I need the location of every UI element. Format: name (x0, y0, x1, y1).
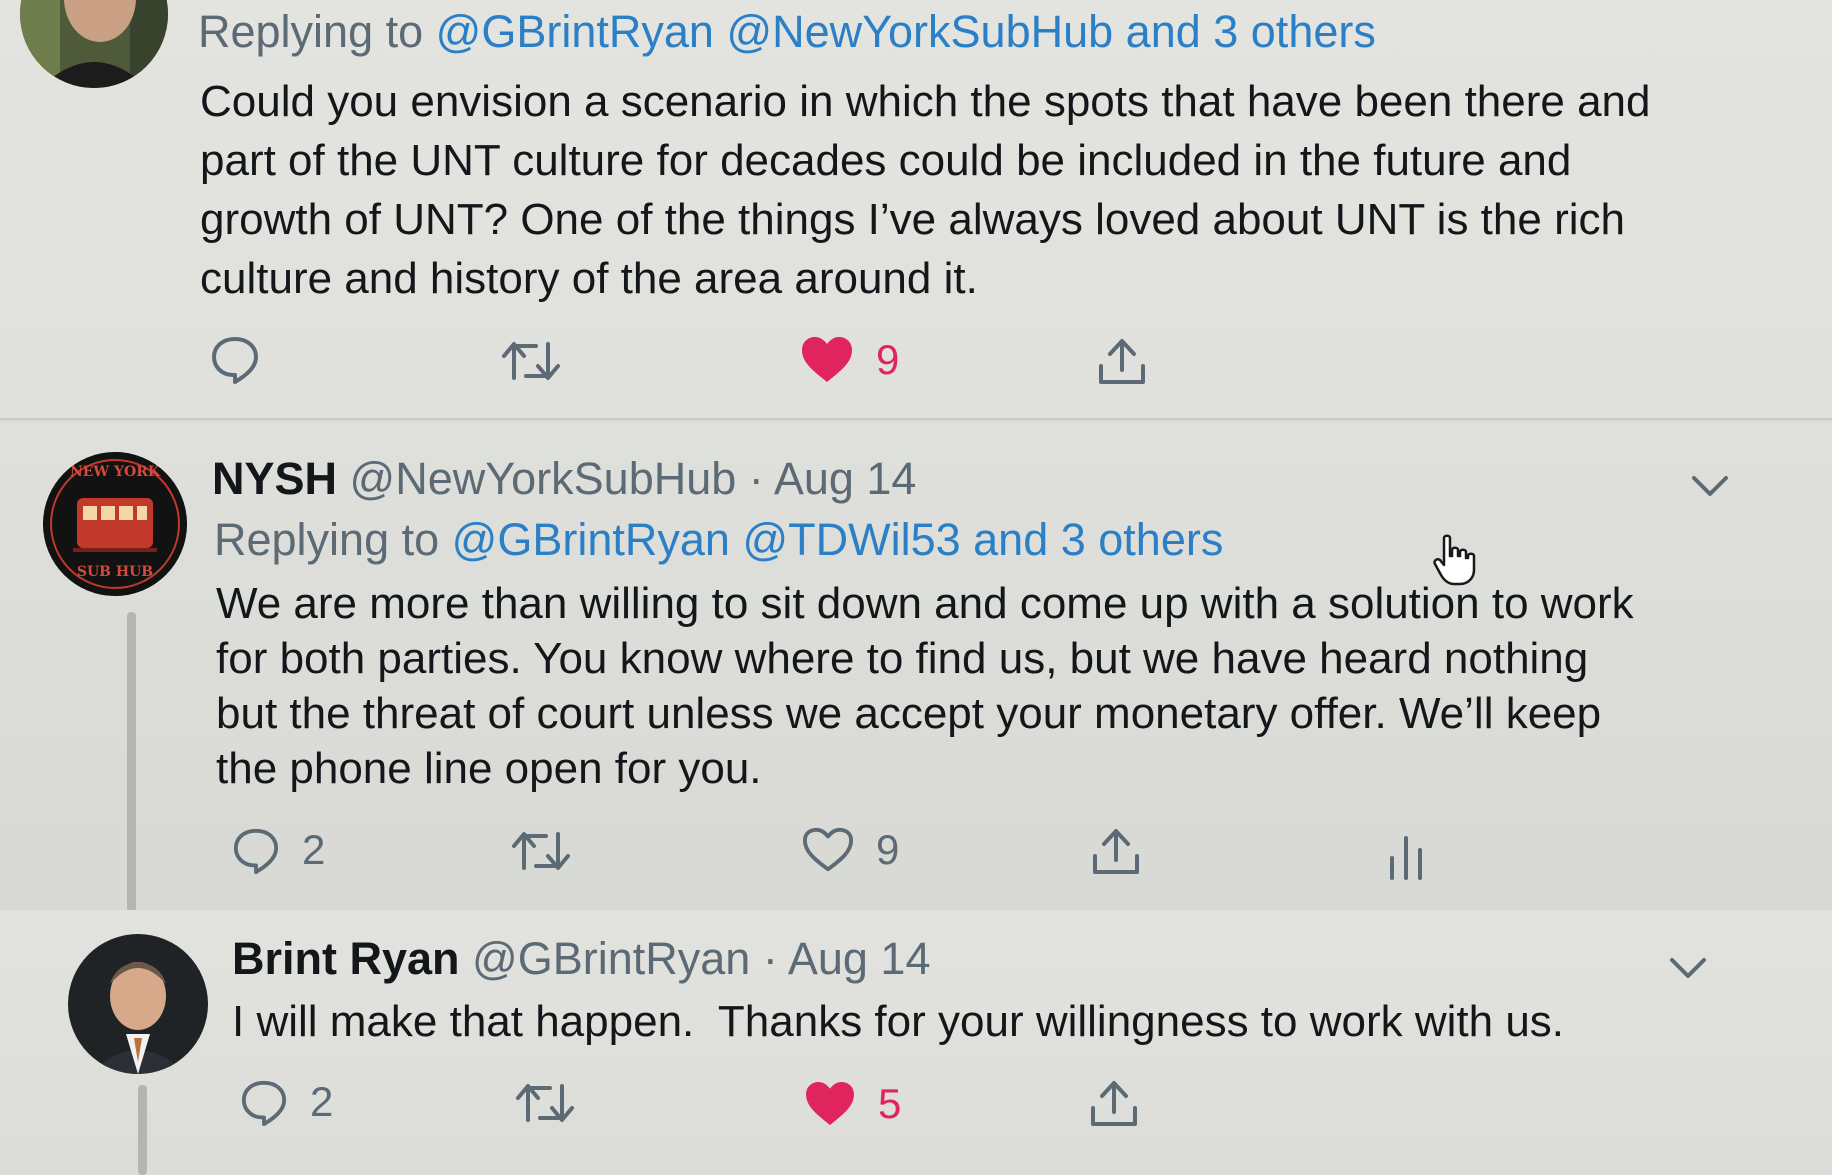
share-button[interactable] (1088, 1078, 1140, 1130)
chevron-down-icon[interactable] (1690, 474, 1730, 500)
hand-pointer-cursor-icon (1433, 534, 1476, 586)
heart-filled-icon (806, 1081, 854, 1126)
thread-line (127, 612, 136, 912)
replying-to: Replying to @GBrintRyan @TDWil53 and 3 o… (214, 513, 1223, 567)
reply-button[interactable]: 2 (232, 826, 325, 874)
like-button[interactable]: 9 (802, 826, 899, 874)
tweet-text: Could you envision a scenario in which t… (200, 77, 1651, 303)
heart-outline-icon (802, 827, 854, 872)
share-upload-icon (1091, 1081, 1137, 1126)
like-count: 9 (876, 826, 900, 873)
avatar-photo (68, 934, 208, 1074)
comment-bubble-icon (241, 1080, 287, 1126)
display-name[interactable]: Brint Ryan (232, 933, 460, 984)
mention-tdwil53[interactable]: @TDWil53 (742, 514, 960, 565)
analytics-bars-icon (1390, 836, 1422, 880)
avatar-text-top: NEW YORK (69, 464, 161, 480)
retweet-button[interactable] (500, 338, 562, 384)
avatar-photo (20, 0, 168, 88)
retweet-icon (512, 832, 570, 870)
share-upload-icon (1099, 339, 1145, 384)
tweet-header: Brint Ryan @GBrintRyan · Aug 14 (232, 932, 930, 986)
avatar-user-1[interactable] (20, 0, 168, 88)
replying-label: Replying to (214, 514, 440, 565)
share-upload-icon (1093, 829, 1139, 874)
thread-line (138, 1085, 147, 1175)
avatar-brint-ryan[interactable] (68, 934, 208, 1074)
reply-button[interactable]: 2 (240, 1078, 333, 1126)
user-handle[interactable]: @GBrintRyan (472, 933, 750, 984)
tweet-1[interactable]: Replying to @GBrintRyan @NewYorkSubHub a… (0, 0, 1832, 420)
analytics-button[interactable] (1386, 832, 1426, 880)
avatar-text-bottom: SUB HUB (76, 564, 154, 580)
tweet-2[interactable]: NEW YORK SUB HUB NYSH @NewYorkSubHub · A… (0, 422, 1832, 912)
separator-dot: · (762, 933, 778, 984)
comment-bubble-icon (233, 828, 279, 874)
like-count: 9 (876, 336, 900, 383)
tweet-text: We are more than willing to sit down and… (216, 579, 1634, 793)
avatar-nysh[interactable]: NEW YORK SUB HUB (43, 452, 187, 596)
mention-others[interactable]: and 3 others (1126, 6, 1376, 57)
separator-dot: · (748, 453, 764, 504)
retweet-icon (516, 1084, 574, 1122)
reply-button[interactable] (210, 334, 260, 384)
display-name[interactable]: NYSH (212, 453, 337, 504)
like-count: 5 (878, 1080, 902, 1127)
like-button[interactable]: 5 (804, 1080, 901, 1128)
tweet-date[interactable]: Aug 14 (774, 453, 917, 504)
chevron-down-icon[interactable] (1668, 956, 1708, 982)
tweet-date[interactable]: Aug 14 (788, 933, 931, 984)
share-button[interactable] (1096, 336, 1148, 388)
reply-count: 2 (302, 826, 326, 873)
tweet-header: NYSH @NewYorkSubHub · Aug 14 (212, 452, 916, 506)
retweet-button[interactable] (514, 1080, 576, 1126)
like-button[interactable]: 9 (800, 336, 899, 384)
replying-to: Replying to @GBrintRyan @NewYorkSubHub a… (198, 5, 1376, 59)
comment-bubble-icon (212, 337, 258, 384)
retweet-button[interactable] (510, 828, 572, 874)
heart-filled-icon (802, 337, 852, 382)
mention-newyorksubhub[interactable]: @NewYorkSubHub (726, 6, 1113, 57)
tweet-text: I will make that happen. Thanks for your… (232, 997, 1565, 1046)
mention-gbrintryan[interactable]: @GBrintRyan (436, 6, 714, 57)
mention-others[interactable]: and 3 others (973, 514, 1223, 565)
reply-count: 2 (310, 1078, 334, 1125)
tweet-3[interactable]: Brint Ryan @GBrintRyan · Aug 14 I will m… (0, 910, 1832, 1175)
share-button[interactable] (1090, 826, 1142, 878)
retweet-icon (502, 342, 560, 380)
replying-label: Replying to (198, 6, 424, 57)
mention-gbrintryan[interactable]: @GBrintRyan (452, 514, 730, 565)
user-handle[interactable]: @NewYorkSubHub (350, 453, 737, 504)
